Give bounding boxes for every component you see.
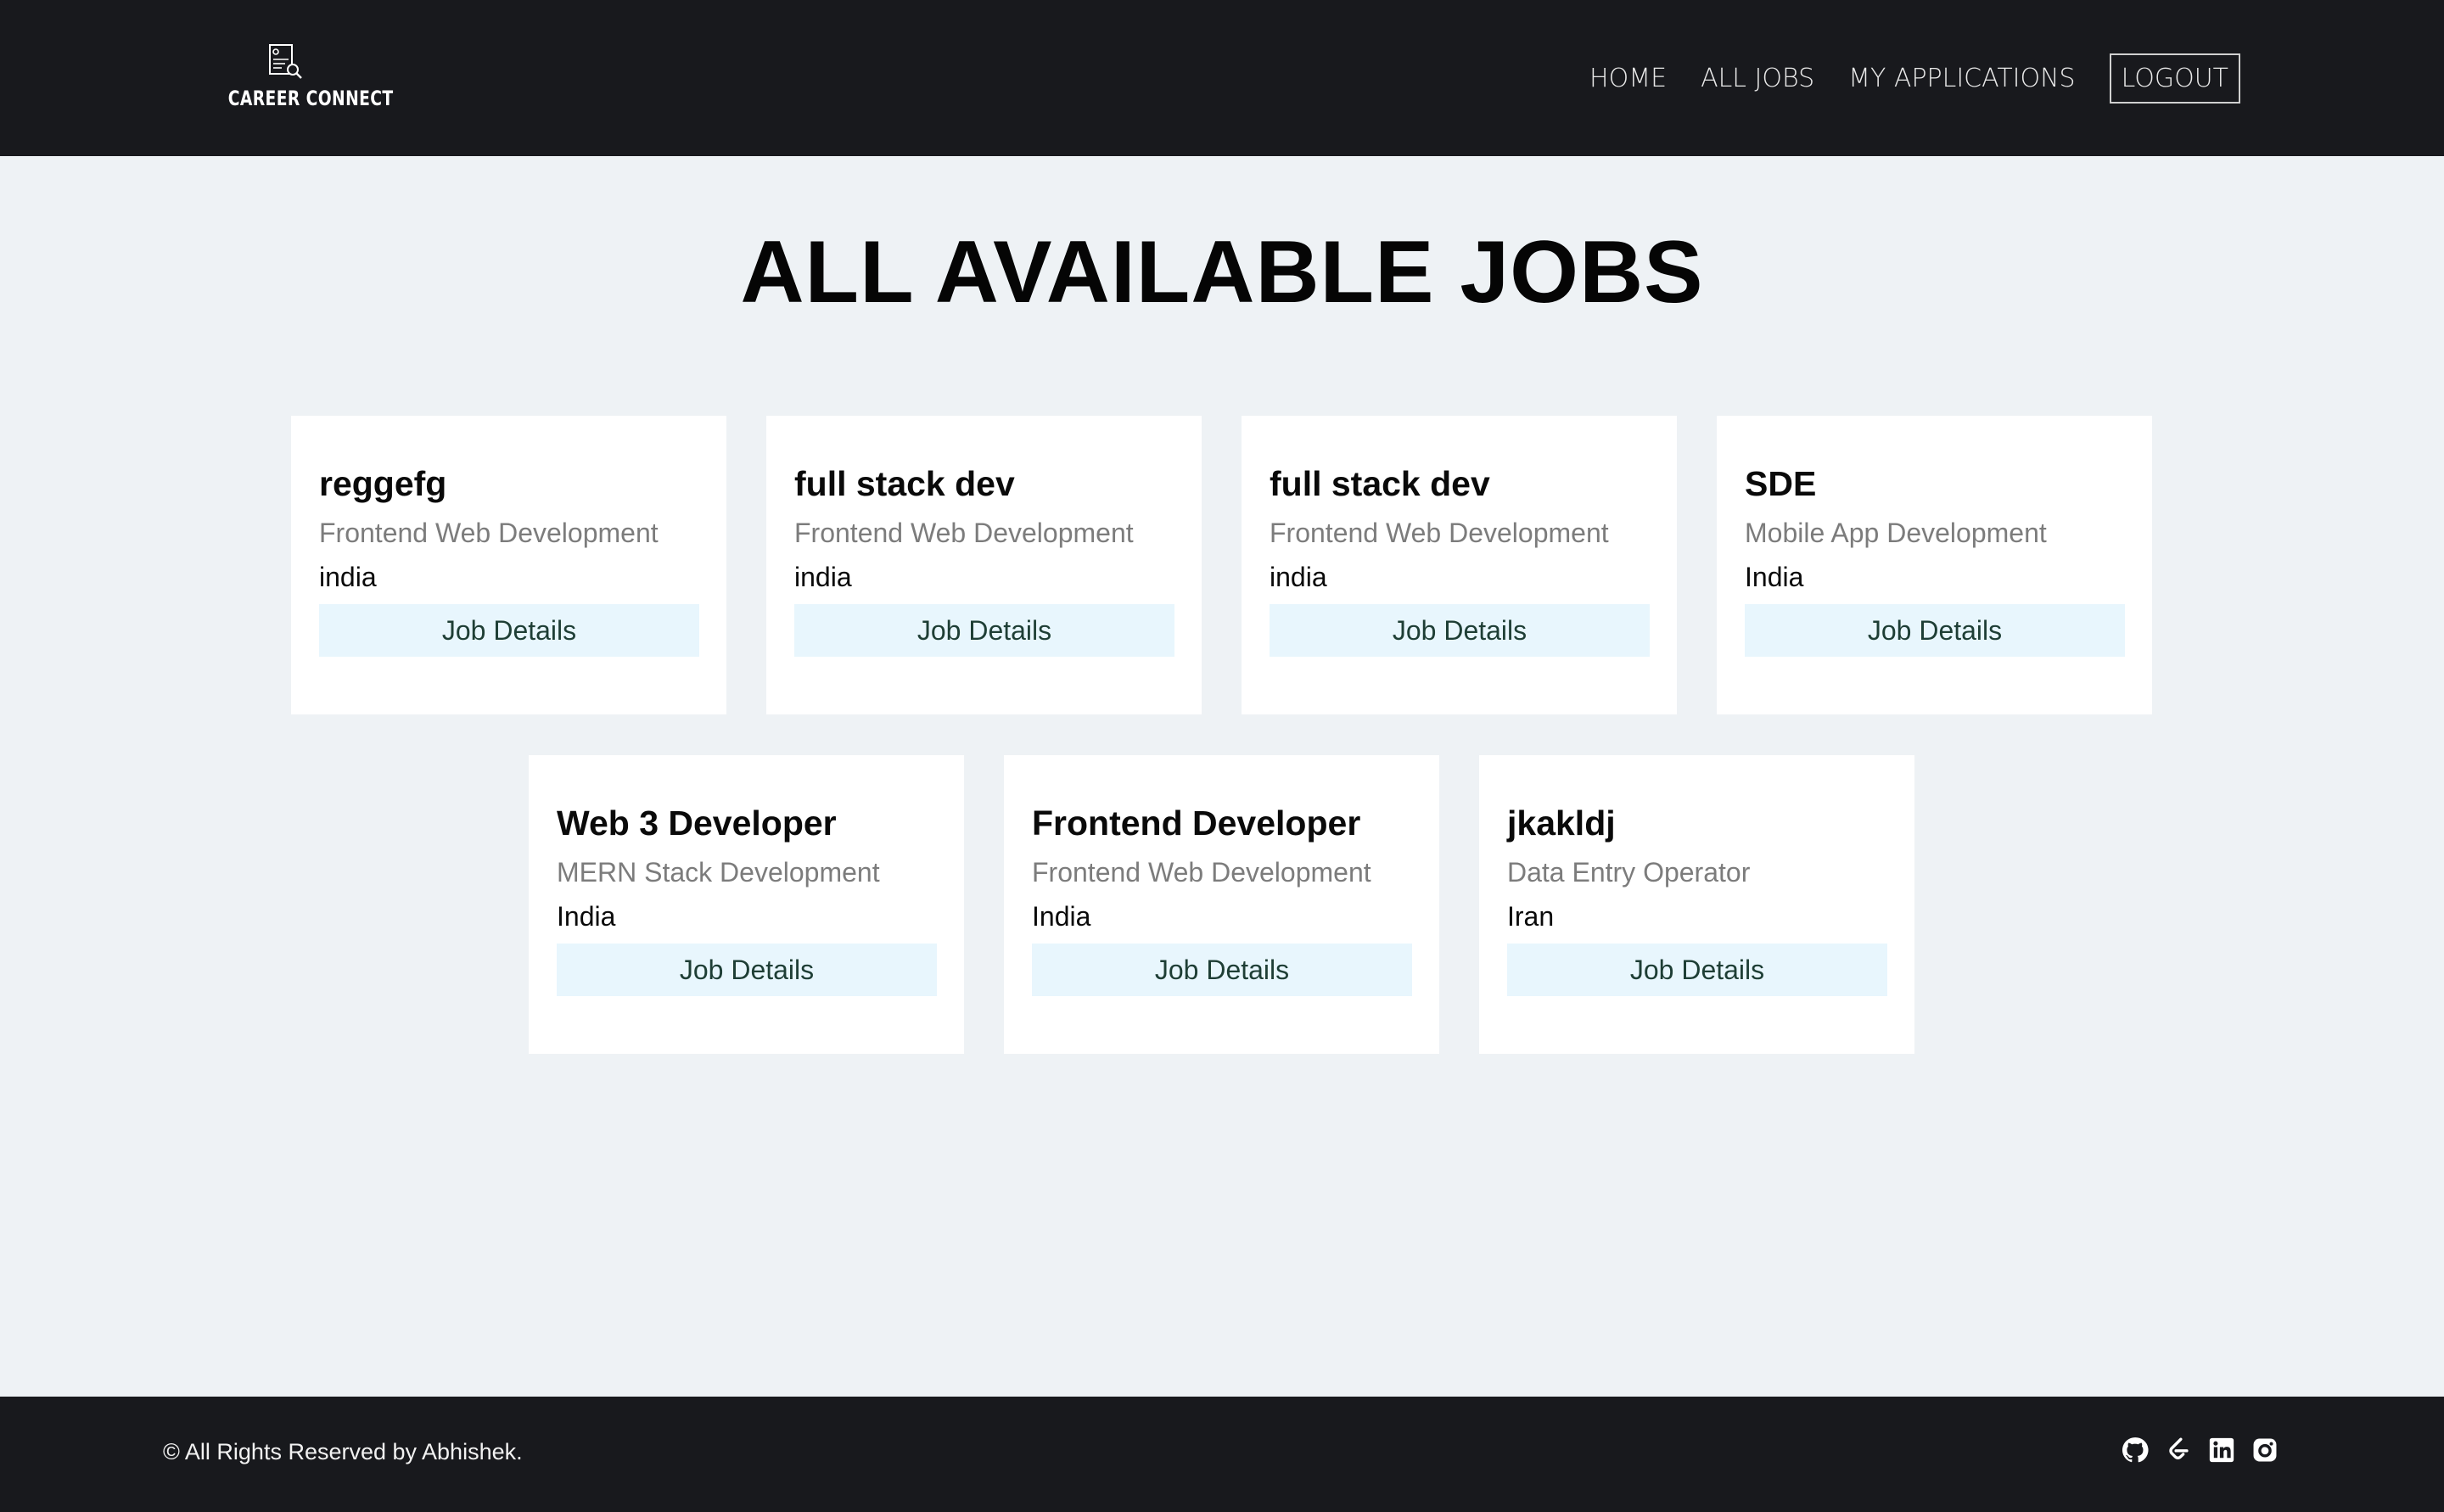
social-links: [2106, 1436, 2279, 1464]
job-title: full stack dev: [1270, 464, 1490, 503]
job-title: SDE: [1745, 464, 1817, 503]
linkedin-icon[interactable]: [2207, 1436, 2236, 1464]
resume-search-icon: [269, 44, 302, 79]
job-title: reggefg: [319, 464, 447, 503]
nav-my-applications-link[interactable]: MY APPLICATIONS: [1848, 64, 2075, 93]
copyright-text: © All Rights Reserved by Abhishek.: [163, 1439, 523, 1464]
job-location: India: [1745, 562, 1804, 592]
job-category: MERN Stack Development: [557, 857, 880, 888]
job-title: full stack dev: [794, 464, 1015, 503]
leetcode-icon[interactable]: [2164, 1436, 2193, 1464]
job-category: Frontend Web Development: [1270, 518, 1609, 548]
job-card: Web 3 Developer MERN Stack Development I…: [529, 755, 964, 1054]
job-card: full stack dev Frontend Web Development …: [1242, 416, 1677, 714]
page-title: ALL AVAILABLE JOBS: [740, 223, 1704, 322]
job-category: Frontend Web Development: [319, 518, 659, 548]
job-category: Frontend Web Development: [794, 518, 1134, 548]
job-location: india: [1270, 562, 1327, 592]
job-location: Iran: [1507, 901, 1555, 932]
job-category: Data Entry Operator: [1507, 857, 1751, 888]
job-details-button[interactable]: Job Details: [1270, 604, 1650, 657]
job-details-button[interactable]: Job Details: [319, 604, 699, 657]
job-card: reggefg Frontend Web Development india J…: [291, 416, 726, 714]
main-nav: HOME ALL JOBS MY APPLICATIONS LOGOUT: [1556, 51, 2240, 105]
github-icon[interactable]: [2121, 1436, 2150, 1464]
job-details-button[interactable]: Job Details: [1032, 944, 1412, 996]
job-title: Frontend Developer: [1032, 804, 1361, 843]
nav-all-jobs-link[interactable]: ALL JOBS: [1701, 64, 1814, 93]
job-location: india: [794, 562, 852, 592]
job-card: SDE Mobile App Development India Job Det…: [1717, 416, 2152, 714]
job-title: jkakldj: [1507, 804, 1616, 843]
job-location: India: [557, 901, 616, 932]
job-card: full stack dev Frontend Web Development …: [766, 416, 1202, 714]
job-details-button[interactable]: Job Details: [794, 604, 1174, 657]
job-details-button[interactable]: Job Details: [1745, 604, 2125, 657]
nav-home-link[interactable]: HOME: [1589, 64, 1667, 93]
job-title: Web 3 Developer: [557, 804, 837, 843]
job-location: India: [1032, 901, 1091, 932]
job-category: Frontend Web Development: [1032, 857, 1371, 888]
job-category: Mobile App Development: [1745, 518, 2047, 548]
job-card: jkakldj Data Entry Operator Iran Job Det…: [1479, 755, 1914, 1054]
job-location: india: [319, 562, 377, 592]
navbar: CAREER CONNECT HOME ALL JOBS MY APPLICAT…: [0, 0, 2444, 156]
brand-logo[interactable]: CAREER CONNECT: [212, 42, 394, 114]
footer: © All Rights Reserved by Abhishek.: [0, 1397, 2444, 1512]
job-details-button[interactable]: Job Details: [557, 944, 937, 996]
logout-button[interactable]: LOGOUT: [2109, 53, 2240, 104]
job-details-button[interactable]: Job Details: [1507, 944, 1887, 996]
job-card: Frontend Developer Frontend Web Developm…: [1004, 755, 1439, 1054]
instagram-icon[interactable]: [2251, 1436, 2279, 1464]
brand-name: CAREER CONNECT: [227, 87, 394, 110]
